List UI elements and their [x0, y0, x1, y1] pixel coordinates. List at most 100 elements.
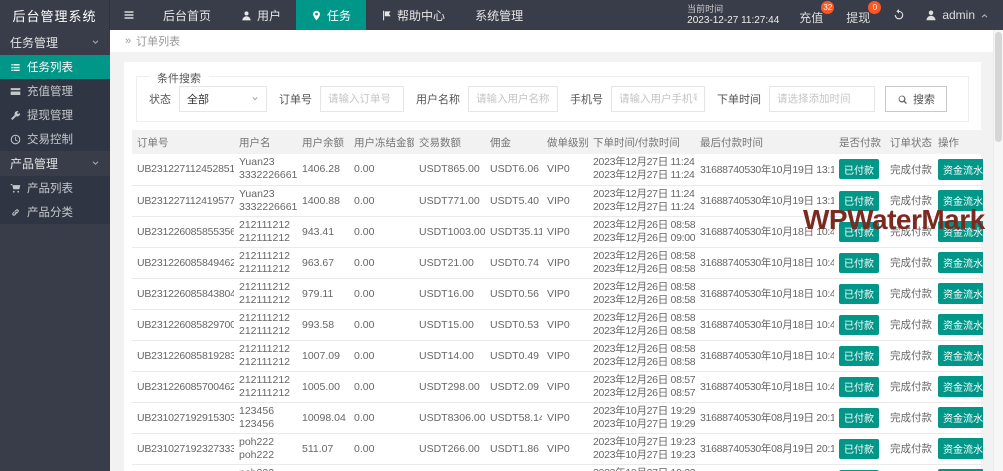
cell-paid: 已付款: [834, 464, 885, 471]
cell-level: VIP0: [542, 278, 588, 309]
paid-badge: 已付款: [839, 315, 879, 335]
cell-last-pay-time: 31688740530年08月19日 20:09:51: [695, 464, 834, 471]
sidebar-item-label: 交易控制: [27, 131, 73, 147]
username-nick: 212111212: [239, 281, 292, 294]
table-row: UB2312260858438045 212111212 212111212 9…: [132, 278, 983, 309]
sidebar-item-label: 充值管理: [27, 83, 73, 99]
pay-time: 2023年10月27日 19:23:32: [593, 449, 690, 462]
sidebar-item[interactable]: 产品分类: [0, 200, 110, 224]
pay-time: 2023年12月27日 11:24:55: [593, 169, 690, 182]
sidebar-group-product[interactable]: 产品管理: [0, 151, 110, 176]
fund-flow-button[interactable]: 资金流水: [938, 252, 983, 273]
cell-order-pay-time: 2023年12月26日 08:58:19 2023年12月26日 08:58:2…: [588, 340, 695, 371]
cell-actions: 资金流水: [933, 433, 983, 464]
cell-trade-amount: USDT14.00: [414, 340, 485, 371]
username-nick: 212111212: [239, 374, 292, 387]
header-actions: 充值 32 提现 0: [789, 0, 883, 30]
username-nick: 123456: [239, 405, 292, 418]
table-row: UB2312260858192830 212111212 212111212 1…: [132, 340, 983, 371]
cell-paid: 已付款: [834, 340, 885, 371]
header-action-label: 提现: [846, 9, 870, 26]
username-account: 3332226661: [239, 201, 292, 214]
cell-username: 123456 123456: [234, 402, 297, 433]
table-header-cell: 是否付款: [834, 130, 885, 154]
cell-commission: USDT2.09: [485, 371, 542, 402]
cell-paid: 已付款: [834, 371, 885, 402]
table-header-cell: 佣金: [485, 130, 542, 154]
cell-order-no: UB2312260857004622: [132, 371, 234, 402]
fund-flow-button[interactable]: 资金流水: [938, 438, 983, 459]
status-select[interactable]: 全部: [179, 86, 267, 112]
fund-flow-button[interactable]: 资金流水: [938, 283, 983, 304]
sidebar-item[interactable]: 交易控制: [0, 127, 110, 151]
fund-flow-button[interactable]: 资金流水: [938, 314, 983, 335]
refresh-button[interactable]: [883, 9, 915, 21]
notification-badge: 0: [868, 1, 881, 14]
cell-level: VIP0: [542, 371, 588, 402]
cell-username: 212111212 212111212: [234, 247, 297, 278]
fund-flow-button[interactable]: 资金流水: [938, 376, 983, 397]
cell-paid: 已付款: [834, 278, 885, 309]
top-nav-item[interactable]: 任务: [296, 0, 366, 30]
sidebar-item[interactable]: 提现管理: [0, 103, 110, 127]
username-input[interactable]: [468, 86, 558, 112]
cell-trade-amount: USDT865.00: [414, 154, 485, 185]
cell-frozen-amount: 0.00: [349, 247, 414, 278]
cell-order-status: 完成付款: [885, 154, 933, 185]
header-action-button[interactable]: 提现 0: [836, 0, 883, 30]
sidebar-group-task[interactable]: 任务管理: [0, 30, 110, 55]
username-account: poh222: [239, 449, 292, 462]
cell-order-no: UB2312260858494623: [132, 247, 234, 278]
table-row: UB2312271124528513 Yuan23 3332226661 140…: [132, 154, 983, 185]
username-account: 212111212: [239, 325, 292, 338]
cell-last-pay-time: 31688740530年10月18日 10:45:22: [695, 278, 834, 309]
top-header: 后台管理系统 后台首页 用户 任务 帮助中心: [0, 0, 1003, 30]
paid-badge: 已付款: [839, 284, 879, 304]
sidebar-item[interactable]: 充值管理: [0, 79, 110, 103]
cell-balance: 1406.28: [297, 154, 349, 185]
table-header-cell: 用户余额: [297, 130, 349, 154]
cell-actions: 资金流水: [933, 309, 983, 340]
admin-menu[interactable]: admin: [915, 8, 1003, 22]
phone-input[interactable]: [611, 86, 705, 112]
top-nav-item[interactable]: 后台首页: [148, 0, 226, 30]
fund-flow-button[interactable]: 资金流水: [938, 407, 983, 428]
cell-order-no: UB2312260858553569: [132, 216, 234, 247]
header-action-label: 充值: [799, 9, 823, 26]
search-button-label: 搜索: [913, 91, 935, 107]
sidebar-item[interactable]: 任务列表: [0, 55, 110, 79]
header-action-button[interactable]: 充值 32: [789, 0, 836, 30]
order-time-input[interactable]: [769, 86, 875, 112]
cell-frozen-amount: 0.00: [349, 371, 414, 402]
sidebar-item[interactable]: 产品列表: [0, 176, 110, 200]
fund-flow-button[interactable]: 资金流水: [938, 159, 983, 180]
cell-order-pay-time: 2023年10月27日 19:23:12 2023年10月27日 19:23:3…: [588, 464, 695, 471]
table-header-cell: 用户名: [234, 130, 297, 154]
username-account: 212111212: [239, 387, 292, 400]
cell-username: 212111212 212111212: [234, 309, 297, 340]
fund-flow-button[interactable]: 资金流水: [938, 345, 983, 366]
phone-label: 手机号: [570, 91, 603, 107]
cell-order-status: 完成付款: [885, 371, 933, 402]
cell-frozen-amount: 0.00: [349, 278, 414, 309]
cell-username: poh222 poh222: [234, 433, 297, 464]
cell-order-no: UB2312260858192830: [132, 340, 234, 371]
table-row: UB2312260858494623 212111212 212111212 9…: [132, 247, 983, 278]
pin-icon: [311, 10, 322, 21]
order-no-input[interactable]: [320, 86, 404, 112]
cell-balance: 511.07: [297, 433, 349, 464]
search-button[interactable]: 搜索: [885, 86, 947, 112]
scrollbar[interactable]: [993, 30, 1003, 471]
top-nav-item[interactable]: 帮助中心: [366, 0, 460, 30]
breadcrumb-separator: »: [125, 35, 131, 47]
cell-balance: 993.58: [297, 309, 349, 340]
pay-time: 2023年12月26日 09:00:10: [593, 232, 690, 245]
order-time: 2023年10月27日 19:23:12: [593, 467, 690, 471]
top-nav-item[interactable]: 系统管理: [460, 0, 538, 30]
cell-trade-amount: USDT298.00: [414, 371, 485, 402]
menu-toggle-button[interactable]: [110, 0, 148, 30]
cell-balance: 943.41: [297, 216, 349, 247]
scrollbar-thumb[interactable]: [995, 32, 1002, 142]
cell-commission: USDT35.11: [485, 216, 542, 247]
top-nav-item[interactable]: 用户: [226, 0, 296, 30]
